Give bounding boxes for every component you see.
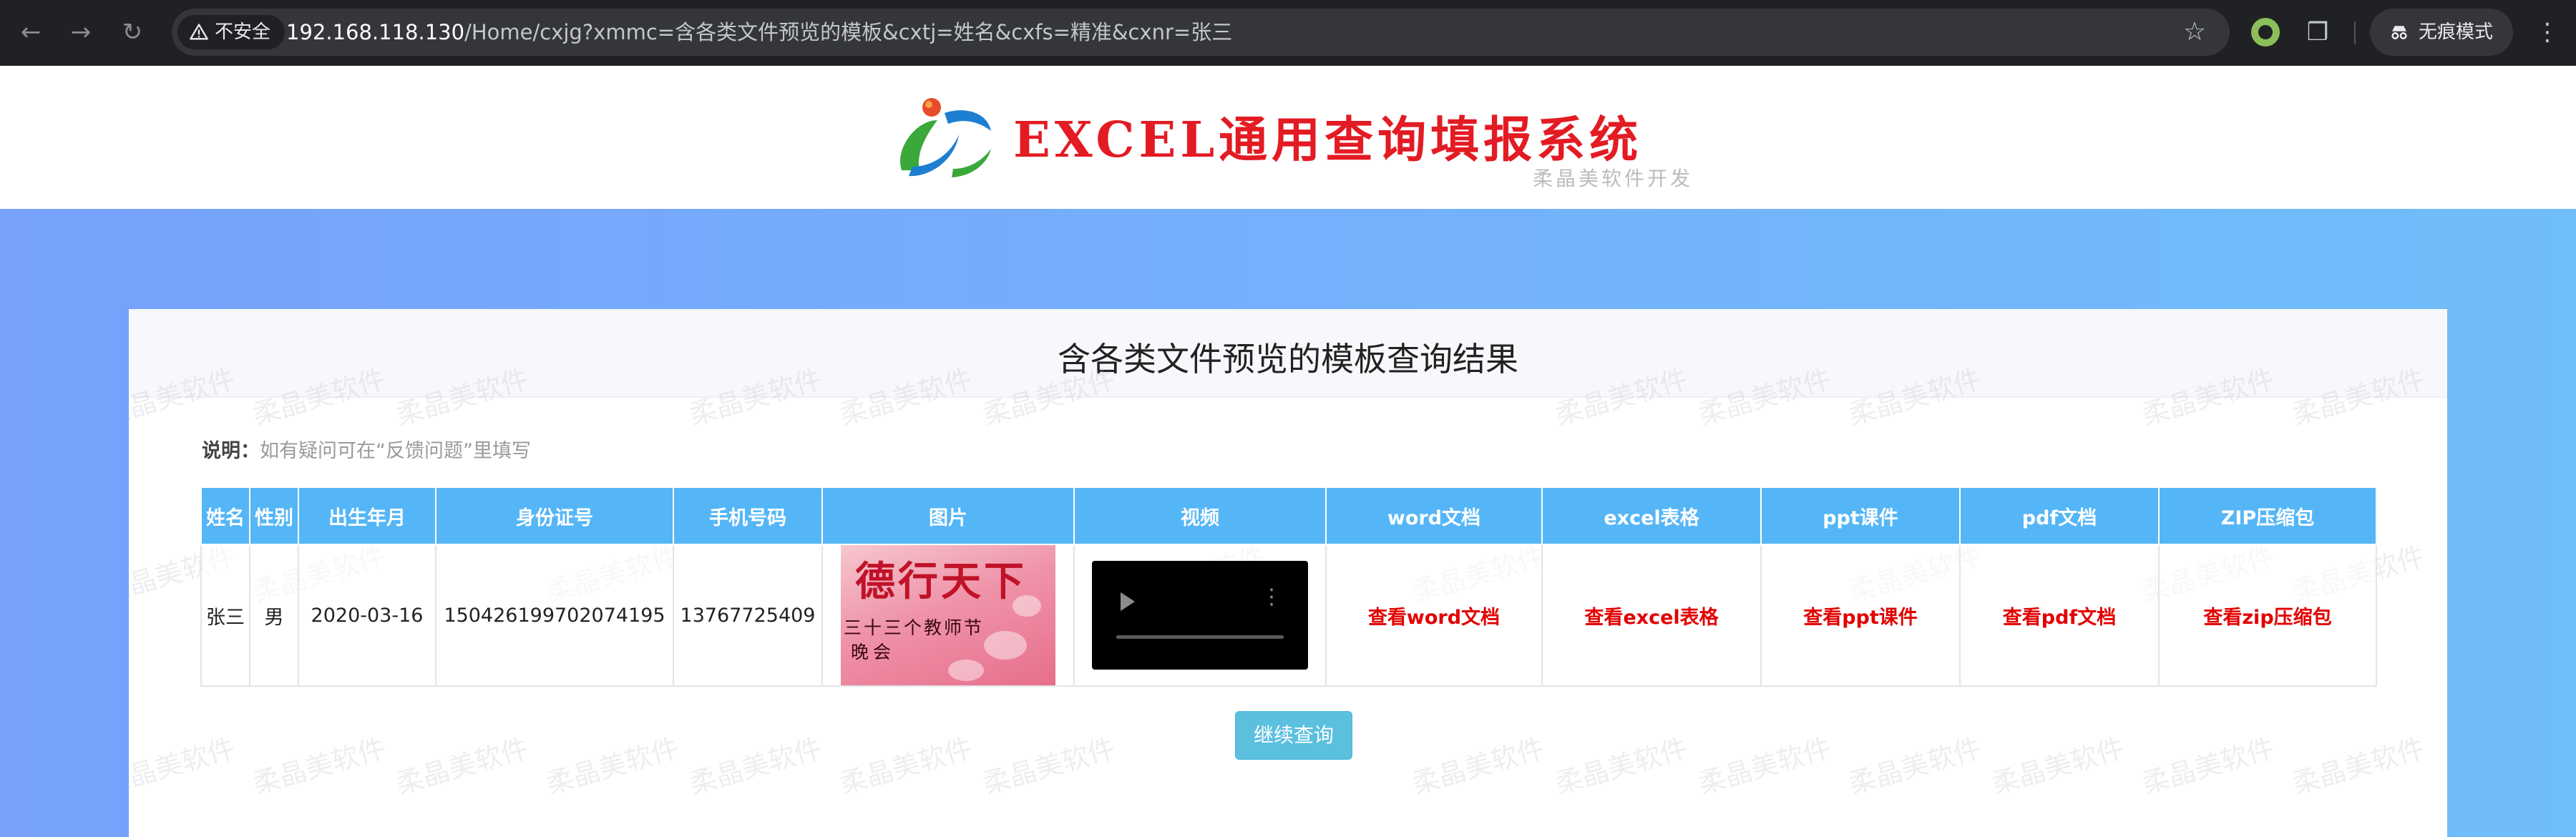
column-header: 性别 [249, 486, 299, 545]
image-title-text: 德行天下 [855, 558, 1027, 605]
cell-image: 德行天下 三十三个教师节 晚会 [821, 544, 1075, 687]
column-header: ppt课件 [1760, 486, 1961, 545]
toolbar-divider [2354, 21, 2356, 44]
arrow-right-icon[interactable]: → [63, 14, 99, 50]
watermark: 柔晶美软件 [249, 732, 389, 801]
cell-gender: 男 [249, 544, 299, 687]
watermark: 柔晶美软件 [542, 732, 683, 801]
view-word-link[interactable]: 查看word文档 [1368, 607, 1500, 629]
table-header-row: 姓名 性别 出生年月 身份证号 手机号码 图片 视频 word文档 excel表… [200, 486, 2377, 545]
play-icon[interactable] [1121, 592, 1135, 611]
cell-zip: 查看zip压缩包 [2158, 544, 2377, 687]
view-zip-link[interactable]: 查看zip压缩包 [2203, 607, 2331, 629]
url-host: 192.168.118.130 [286, 20, 465, 44]
url-text[interactable]: 192.168.118.130/Home/cxjg?xmmc=含各类文件预览的模… [286, 9, 1232, 56]
column-header: ZIP压缩包 [2158, 486, 2377, 545]
page-title: 含各类文件预览的模板查询结果 [1058, 340, 1518, 378]
watermark: 柔晶美软件 [686, 732, 826, 801]
petal-decoration [984, 631, 1027, 660]
petal-decoration [948, 660, 984, 681]
incognito-chip[interactable]: 无痕模式 [2370, 9, 2513, 56]
address-bar[interactable]: 不安全 192.168.118.130/Home/cxjg?xmmc=含各类文件… [172, 9, 2230, 56]
star-icon[interactable]: ☆ [2178, 16, 2211, 49]
column-header: 姓名 [200, 486, 250, 545]
watermark: 柔晶美软件 [2138, 732, 2278, 801]
watermark: 柔晶美软件 [979, 732, 1119, 801]
site-title: EXCEL通用查询填报系统 [1013, 112, 1643, 169]
view-excel-link[interactable]: 查看excel表格 [1584, 607, 1718, 629]
column-header: 图片 [821, 486, 1075, 545]
cell-id-number: 150426199702074195 [435, 544, 674, 687]
note-text: 如有疑问可在“反馈问题”里填写 [260, 440, 531, 462]
cell-excel: 查看excel表格 [1541, 544, 1762, 687]
watermark: 柔晶美软件 [392, 732, 532, 801]
brand-logo [900, 98, 991, 177]
site-header: EXCEL通用查询填报系统 柔晶美软件开发 [0, 66, 2576, 209]
note-label: 说明： [202, 440, 260, 462]
cell-ppt: 查看ppt课件 [1760, 544, 1961, 687]
view-pdf-link[interactable]: 查看pdf文档 [2003, 607, 2116, 629]
warning-triangle-icon [190, 24, 208, 40]
column-header: 身份证号 [435, 486, 674, 545]
column-header: excel表格 [1541, 486, 1762, 545]
column-header: pdf文档 [1959, 486, 2160, 545]
cell-video: ⋮ [1073, 544, 1327, 687]
cell-phone: 13767725409 [673, 544, 823, 687]
watermark: 柔晶美软件 [1551, 732, 1692, 801]
more-vertical-icon[interactable]: ⋮ [1261, 587, 1282, 608]
watermark: 柔晶美软件 [1845, 732, 1985, 801]
browser-toolbar: ← → ↻ 不安全 192.168.118.130/Home/cxjg?xmmc… [0, 0, 2576, 66]
result-card: 含各类文件预览的模板查询结果 柔晶美软件 柔晶美软件 柔晶美软件 柔晶美软件 柔… [129, 309, 2447, 837]
watermark: 柔晶美软件 [1694, 732, 1835, 801]
watermark: 柔晶美软件 [2288, 732, 2429, 801]
arrow-left-icon[interactable]: ← [13, 14, 49, 50]
image-line-1: 三十三个教师节 [844, 617, 985, 638]
watermark: 柔晶美软件 [1988, 732, 2128, 801]
reload-icon[interactable]: ↻ [114, 14, 150, 50]
more-vertical-icon[interactable]: ⋮ [2533, 14, 2562, 50]
url-path: /Home/cxjg?xmmc=含各类文件预览的模板&cxtj=姓名&cxfs=… [464, 20, 1233, 44]
column-header: 手机号码 [673, 486, 823, 545]
site-subtitle: 柔晶美软件开发 [1533, 167, 1694, 190]
security-label: 不安全 [215, 21, 271, 43]
result-table: 姓名 性别 出生年月 身份证号 手机号码 图片 视频 word文档 excel表… [200, 486, 2377, 687]
instructions-note: 说明：如有疑问可在“反馈问题”里填写 [202, 435, 531, 463]
cell-name: 张三 [200, 544, 250, 687]
incognito-icon [2391, 26, 2407, 39]
image-thumbnail[interactable]: 德行天下 三十三个教师节 晚会 [841, 545, 1055, 685]
watermark: 柔晶美软件 [129, 732, 239, 801]
security-chip[interactable]: 不安全 [177, 15, 286, 49]
continue-query-button[interactable]: 继续查询 [1235, 711, 1352, 760]
watermark: 柔晶美软件 [836, 732, 976, 801]
view-ppt-link[interactable]: 查看ppt课件 [1803, 607, 1918, 629]
puzzle-icon[interactable]: ❒ [2300, 14, 2336, 50]
image-line-2: 晚会 [851, 642, 896, 662]
cell-word: 查看word文档 [1325, 544, 1543, 687]
column-header: word文档 [1325, 486, 1543, 545]
column-header: 出生年月 [298, 486, 436, 545]
column-header: 视频 [1073, 486, 1327, 545]
extension-status-icon[interactable] [2251, 18, 2280, 46]
watermark: 柔晶美软件 [1408, 732, 1548, 801]
card-header: 含各类文件预览的模板查询结果 [129, 309, 2447, 398]
table-row: 张三 男 2020-03-16 150426199702074195 13767… [200, 544, 2377, 687]
video-progress-bar[interactable] [1116, 635, 1284, 639]
video-player[interactable]: ⋮ [1092, 561, 1308, 670]
cell-pdf: 查看pdf文档 [1959, 544, 2160, 687]
incognito-label: 无痕模式 [2419, 21, 2494, 43]
cell-birth-date: 2020-03-16 [298, 544, 436, 687]
